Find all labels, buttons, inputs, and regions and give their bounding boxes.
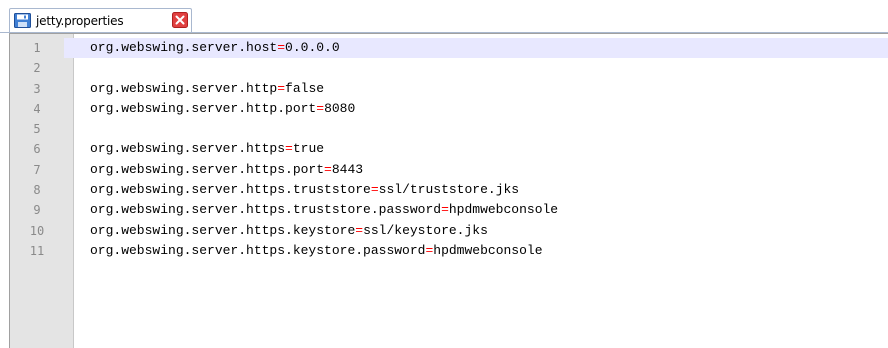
code-text: org.webswing.server.http.port=8080: [90, 99, 355, 119]
close-icon[interactable]: [172, 12, 188, 28]
line-number: 1: [10, 38, 64, 59]
property-value: ssl/truststore.jks: [378, 182, 520, 198]
line-number: 5: [33, 122, 41, 137]
code-line[interactable]: 4 org.webswing.server.http.port=8080: [10, 99, 888, 119]
code-editor[interactable]: 1 org.webswing.server.host=0.0.0.0 2 3 org.w…: [9, 33, 888, 348]
code-text: org.webswing.server.http=false: [90, 79, 324, 99]
code-line[interactable]: 11 org.webswing.server.https.keystore.pas…: [10, 241, 888, 261]
property-key: org.webswing.server.http.port: [90, 100, 317, 116]
code-text: org.webswing.server.https.port=8443: [90, 160, 363, 180]
code-text: org.webswing.server.https=true: [90, 139, 324, 159]
tab-label: jetty.properties: [36, 14, 124, 28]
code-lines: 1 org.webswing.server.host=0.0.0.0 2 3 org.w…: [10, 38, 888, 261]
property-operator: =: [370, 182, 379, 198]
property-key: org.webswing.server.http: [90, 80, 278, 96]
code-line[interactable]: 3 org.webswing.server.http=false: [10, 79, 888, 99]
property-key: org.webswing.server.https.truststore.pas…: [90, 202, 442, 218]
code-line[interactable]: 10 org.webswing.server.https.keystore=ssl…: [10, 221, 888, 241]
property-key: org.webswing.server.https.port: [90, 161, 325, 177]
editor-window: jetty.properties 1 org.webswing.server.ho…: [0, 0, 888, 348]
property-operator: =: [285, 141, 293, 157]
property-value: 8080: [324, 100, 356, 116]
property-key: org.webswing.server.https: [90, 141, 286, 157]
property-value: hpdmwebconsole: [433, 242, 543, 258]
tab-bar: jetty.properties: [0, 0, 888, 33]
property-key: org.webswing.server.https.truststore: [90, 182, 371, 198]
code-line[interactable]: 5: [10, 119, 888, 139]
property-operator: =: [277, 40, 286, 55]
property-key: org.webswing.server.https.keystore: [90, 222, 356, 238]
line-number: 7: [33, 162, 41, 177]
code-text: org.webswing.server.https.truststore.pas…: [90, 200, 558, 220]
code-line[interactable]: 8 org.webswing.server.https.truststore=ss…: [10, 180, 888, 200]
property-value: 8443: [331, 161, 364, 177]
property-key: org.webswing.server.host: [90, 40, 278, 55]
tab-jetty-properties[interactable]: jetty.properties: [9, 8, 192, 33]
code-line[interactable]: 6 org.webswing.server.https=true: [10, 139, 888, 159]
line-number: 10: [29, 223, 45, 238]
code-text: org.webswing.server.host=0.0.0.0: [90, 38, 340, 58]
property-value: hpdmwebconsole: [448, 202, 559, 218]
code-text: org.webswing.server.https.truststore=ssl…: [90, 180, 519, 200]
property-operator: =: [277, 80, 286, 96]
line-number: 6: [33, 142, 41, 157]
line-number: 8: [33, 183, 41, 198]
property-value: ssl/keystore.jks: [363, 222, 488, 238]
property-operator: =: [355, 222, 364, 238]
code-line[interactable]: 7 org.webswing.server.https.port=8443: [10, 160, 888, 180]
code-text: org.webswing.server.https.keystore=ssl/k…: [90, 221, 488, 241]
line-number: 9: [33, 203, 41, 218]
property-key: org.webswing.server.https.keystore.passw…: [90, 242, 426, 258]
property-value: false: [285, 80, 325, 96]
code-line[interactable]: 2: [10, 58, 888, 78]
save-icon: [14, 13, 31, 28]
property-operator: =: [324, 161, 332, 177]
property-value: true: [292, 141, 325, 157]
property-operator: =: [441, 202, 449, 218]
code-line-current[interactable]: 1 org.webswing.server.host=0.0.0.0: [10, 38, 888, 59]
code-text: org.webswing.server.https.keystore.passw…: [90, 241, 543, 261]
line-number: 11: [29, 243, 45, 258]
property-value: 0.0.0.0: [285, 40, 340, 55]
line-number: 2: [33, 61, 41, 76]
property-operator: =: [316, 100, 325, 116]
line-number: 4: [33, 101, 41, 116]
code-line[interactable]: 9 org.webswing.server.https.truststore.pa…: [10, 200, 888, 220]
line-number: 3: [33, 81, 41, 96]
